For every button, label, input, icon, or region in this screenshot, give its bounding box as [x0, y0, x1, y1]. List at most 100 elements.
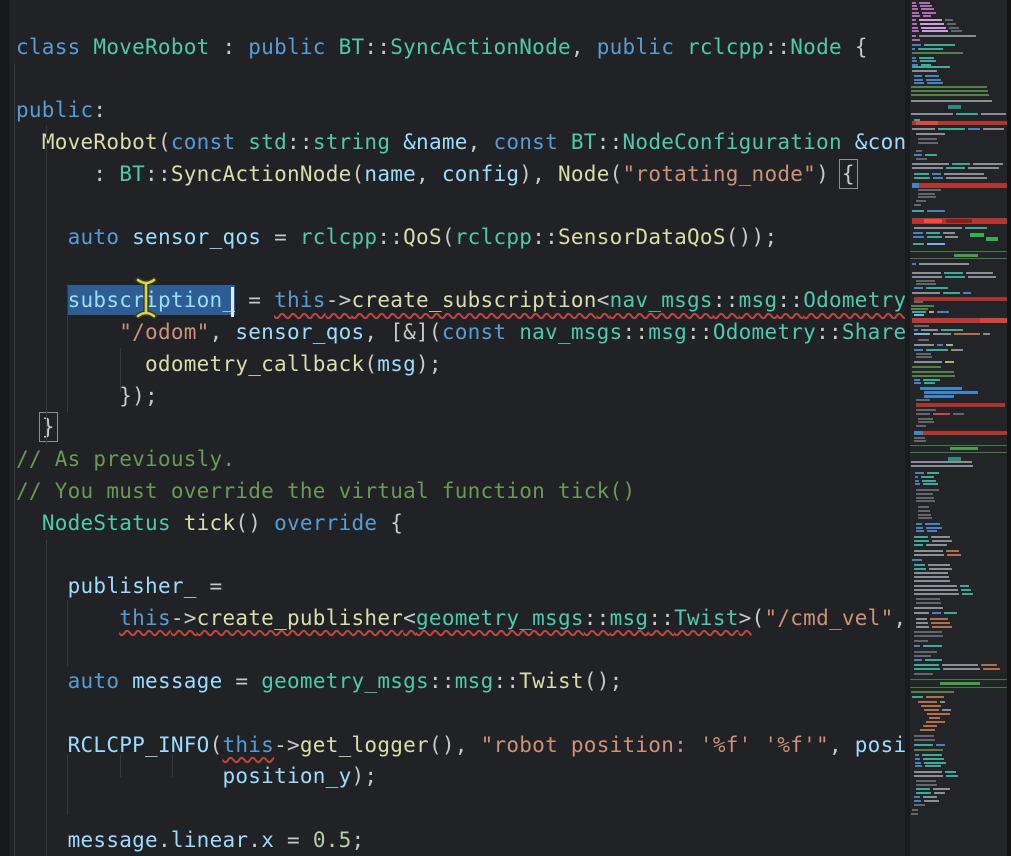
minimap-error-bar	[914, 297, 1007, 301]
minimap-line	[943, 292, 960, 294]
minimap-line	[942, 709, 951, 711]
minimap-line	[914, 651, 937, 653]
minimap-line	[916, 158, 927, 160]
minimap-line	[918, 189, 941, 191]
indent-guide	[46, 125, 47, 445]
code-token	[674, 35, 687, 59]
minimap-line	[914, 301, 923, 303]
code-line-7: auto sensor_qos = rclcpp::QoS(rclcpp::Se…	[16, 222, 908, 254]
minimap-selection-block	[924, 395, 954, 398]
minimap-line	[927, 82, 943, 84]
code-line-3: public:	[16, 95, 908, 127]
minimap-line	[931, 536, 950, 538]
minimap-line	[912, 696, 923, 698]
minimap-line	[923, 15, 931, 17]
code-token: ::	[622, 320, 648, 344]
minimap-line	[920, 729, 935, 731]
minimap-line	[968, 128, 980, 130]
code-token	[16, 669, 68, 693]
minimap-line	[919, 19, 942, 21]
minimap-line	[943, 668, 980, 670]
minimap-line	[929, 568, 952, 570]
indent-guide	[67, 284, 68, 412]
code-token: 0.5	[313, 828, 352, 852]
minimap-line	[921, 329, 938, 331]
code-line-19: this->create_publisher<geometry_msgs::ms…	[16, 603, 908, 635]
code-token: position_x	[855, 733, 908, 757]
minimap-line	[943, 232, 955, 234]
minimap-line	[914, 664, 939, 666]
minimap-line	[911, 813, 918, 815]
minimap-line	[916, 622, 928, 624]
code-token: const	[171, 130, 236, 154]
minimap[interactable]	[910, 0, 1007, 856]
code-token	[16, 288, 68, 312]
code-token: ::	[764, 35, 790, 59]
code-token: SensorDataQoS	[558, 225, 726, 249]
code-token	[558, 130, 571, 154]
minimap-line	[912, 292, 940, 294]
minimap-region-label	[954, 254, 978, 257]
code-token: config	[442, 162, 519, 186]
minimap-line	[916, 527, 923, 529]
minimap-line	[946, 775, 958, 777]
code-token: public	[16, 98, 93, 122]
code-line-22	[16, 698, 908, 730]
minimap-line	[941, 329, 963, 331]
code-token: =	[274, 828, 313, 852]
minimap-line	[915, 472, 924, 474]
code-token: sensor_qos	[235, 320, 364, 344]
code-token: Node	[558, 162, 610, 186]
minimap-line	[912, 375, 955, 377]
minimap-line	[949, 27, 959, 29]
code-token: ->	[274, 733, 300, 757]
minimap-line	[914, 204, 921, 206]
minimap-line	[924, 44, 955, 46]
minimap-line	[916, 602, 941, 604]
minimap-line	[916, 133, 945, 135]
minimap-line	[916, 283, 936, 285]
minimap-line	[912, 12, 919, 14]
code-token: SyncActionNode	[390, 35, 571, 59]
code-line-2	[16, 63, 908, 95]
code-token: )	[816, 162, 842, 186]
code-area[interactable]: class MoveRobot : public BT::SyncActionN…	[0, 0, 908, 856]
minimap-line	[918, 339, 929, 341]
minimap-line	[912, 263, 916, 265]
minimap-line	[911, 691, 954, 693]
code-token: (	[752, 606, 765, 630]
code-token: linear	[171, 828, 248, 852]
minimap-line	[936, 744, 945, 746]
minimap-line	[914, 589, 958, 591]
minimap-line	[915, 754, 919, 756]
minimap-region-label	[940, 682, 980, 686]
code-token: auto	[68, 669, 120, 693]
code-line-14: // As previously.	[16, 444, 908, 476]
minimap-line	[911, 465, 973, 467]
minimap-region-line	[910, 251, 1007, 252]
minimap-line	[916, 792, 931, 794]
minimap-line	[933, 413, 950, 415]
minimap-line	[954, 333, 980, 335]
minimap-line	[914, 568, 926, 570]
minimap-line	[914, 544, 923, 546]
minimap-line	[944, 612, 957, 614]
code-line-25	[16, 793, 908, 825]
indent-guide	[67, 600, 68, 666]
code-token: ->	[171, 606, 197, 630]
minimap-line	[914, 744, 933, 746]
minimap-line	[918, 138, 937, 140]
minimap-line	[916, 353, 931, 355]
minimap-line	[914, 739, 935, 741]
minimap-line	[912, 2, 916, 4]
minimap-line	[912, 70, 937, 72]
code-token: MoveRobot	[93, 35, 209, 59]
code-line-1: class MoveRobot : public BT::SyncActionN…	[16, 32, 908, 64]
minimap-region-line	[910, 445, 1007, 446]
minimap-line	[953, 413, 964, 415]
minimap-line	[932, 540, 952, 542]
code-line-18: publisher_ =	[16, 571, 908, 603]
minimap-line	[921, 476, 934, 478]
code-token: :	[16, 162, 119, 186]
minimap-line	[923, 645, 942, 647]
